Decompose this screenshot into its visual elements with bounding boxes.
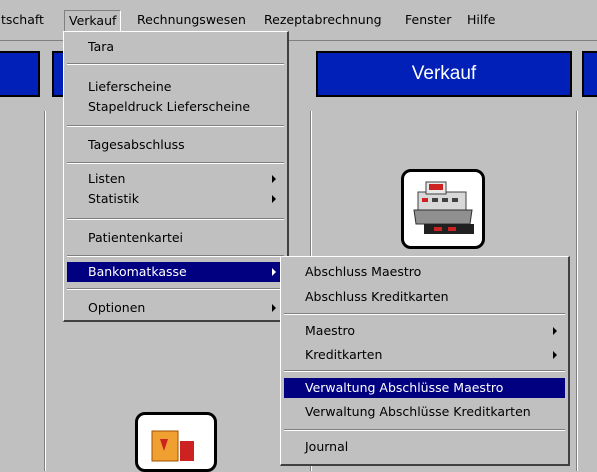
submenu-arrow-icon (272, 175, 276, 183)
panel-header-verkauf: Verkauf (316, 51, 572, 97)
menu-separator (284, 313, 565, 315)
menu-item-tagesabschluss[interactable]: Tagesabschluss (67, 135, 284, 155)
delivery-truck-icon[interactable] (135, 412, 217, 472)
menu-item-kreditkarten-label: Kreditkarten (305, 347, 383, 362)
submenu-arrow-icon (272, 304, 276, 312)
menu-separator (284, 370, 565, 372)
panel-title-verkauf: Verkauf (411, 63, 477, 84)
menu-item-listen-label: Listen (88, 171, 126, 186)
menu-item-abschluss-kreditkarten[interactable]: Abschluss Kreditkarten (284, 287, 565, 307)
cash-register-icon[interactable] (401, 169, 485, 249)
menu-verkauf[interactable]: Verkauf (64, 10, 122, 32)
menu-wirtschaft[interactable]: tschaft (0, 10, 49, 30)
menu-separator (67, 255, 284, 257)
menu-item-statistik[interactable]: Statistik (67, 189, 284, 209)
menu-item-maestro[interactable]: Maestro (284, 321, 565, 341)
panel-header-right (582, 51, 597, 97)
menu-fenster[interactable]: Fenster (400, 10, 456, 30)
menu-separator (67, 125, 284, 127)
panel-divider-left (44, 111, 46, 471)
menu-item-verwaltung-abschluesse-maestro[interactable]: Verwaltung Abschlüsse Maestro (284, 378, 565, 398)
menu-item-bankomatkasse-label: Bankomatkasse (88, 264, 187, 279)
menu-item-verwaltung-abschluesse-kreditkarten[interactable]: Verwaltung Abschlüsse Kreditkarten (284, 402, 565, 422)
menu-item-statistik-label: Statistik (88, 191, 139, 206)
menu-item-kreditkarten[interactable]: Kreditkarten (284, 345, 565, 365)
submenu-arrow-icon (272, 195, 276, 203)
menu-rechnungswesen[interactable]: Rechnungswesen (132, 10, 251, 30)
panel-divider-right (576, 111, 578, 471)
menu-item-abschluss-maestro[interactable]: Abschluss Maestro (284, 262, 565, 282)
menu-item-bankomatkasse[interactable]: Bankomatkasse (67, 262, 284, 282)
menu-item-stapeldruck-lieferscheine[interactable]: Stapeldruck Lieferscheine (67, 97, 284, 117)
menu-rezeptabrechnung[interactable]: Rezeptabrechnung (259, 10, 387, 30)
submenu-arrow-icon (553, 327, 557, 335)
menu-separator (67, 63, 284, 65)
menu-item-optionen-label: Optionen (88, 300, 146, 315)
submenu-arrow-icon (553, 351, 557, 359)
menu-item-patientenkartei[interactable]: Patientenkartei (67, 228, 284, 248)
menu-item-listen[interactable]: Listen (67, 169, 284, 189)
verkauf-menu: Tara Lieferscheine Stapeldruck Liefersch… (63, 31, 289, 322)
menu-item-maestro-label: Maestro (305, 323, 356, 338)
submenu-arrow-icon (272, 268, 276, 276)
menu-item-tara[interactable]: Tara (67, 37, 284, 57)
menu-separator (67, 288, 284, 290)
menu-item-optionen[interactable]: Optionen (67, 298, 284, 318)
menu-hilfe[interactable]: Hilfe (462, 10, 500, 30)
menu-separator (67, 162, 284, 164)
panel-header-left (0, 51, 40, 97)
bankomatkasse-submenu: Abschluss Maestro Abschluss Kreditkarten… (280, 256, 570, 466)
menu-item-journal[interactable]: Journal (284, 437, 565, 457)
menu-separator (67, 218, 284, 220)
menu-separator (284, 429, 565, 431)
menu-item-lieferscheine[interactable]: Lieferscheine (67, 77, 284, 97)
